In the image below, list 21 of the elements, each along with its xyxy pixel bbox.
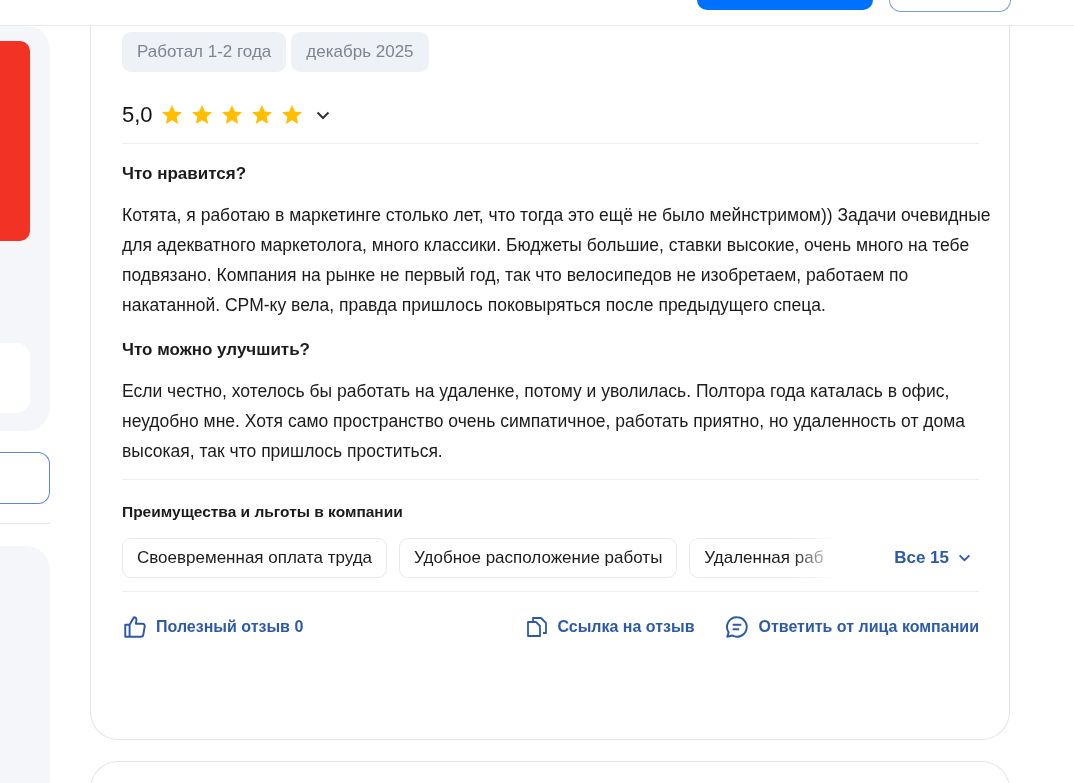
show-all-button[interactable]: Все 15 (894, 548, 971, 568)
tag: Работал 1-2 года (122, 32, 287, 72)
benefits-title: Преимущества и льготы в компании (122, 503, 404, 521)
section-title: Что можно улучшить? (122, 340, 311, 360)
reply-button[interactable]: Ответить от лица компании (724, 614, 979, 640)
tag: декабрь 2025 (291, 32, 429, 72)
chevron-down-icon (958, 554, 971, 562)
review-text: Если честно, хотелось бы работать на удаленке, потому и уволилась. Полтора года каталась в офис, неудобно мне. Хотя само пространство очень симпатичное, работать приятно, но удаленность от дома высокая, так что пришлось проститься. (122, 380, 966, 463)
chevron-down-icon[interactable] (315, 110, 330, 120)
benefit-chip: Своевременная оплата труда (122, 538, 388, 578)
helpful-button[interactable]: Полезный отзыв 0 (122, 614, 304, 640)
chat-bubble-icon (724, 614, 751, 640)
copy-icon (525, 615, 550, 639)
rating-value: 5,0 (122, 102, 153, 128)
benefit-chip: Удобное расположение работы (399, 538, 678, 578)
thumbs-up-icon (122, 614, 148, 640)
section-title: Что нравится? (122, 164, 248, 184)
review-text: Котята, я работаю в маркетинге столько лет, что тогда это ещё не было мейнстримом)) Задачи очевидные для адекватного маркетолога, много классики. Бюджеты большие, ставки высокие, очень много на тебе подвязано. Компания на рынке не первый год, так что велосипедов не изобретаем, работаем по накатанной. CPM-ку вела, правда пришлось поковыряться после предыдущего спеца. (122, 204, 992, 317)
primary-button[interactable] (697, 0, 873, 10)
copy-link-button[interactable]: Ссылка на отзыв (525, 614, 695, 640)
input-field[interactable] (0, 452, 50, 504)
